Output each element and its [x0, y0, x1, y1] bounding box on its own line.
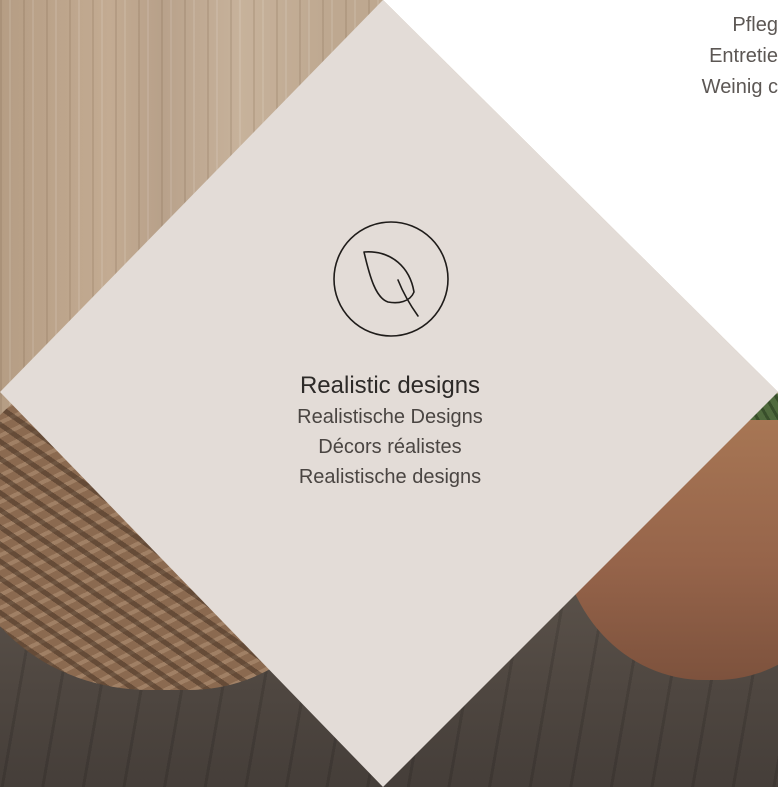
feature-line-de: Realistische Designs: [297, 406, 483, 428]
feature-title: Realistic designs: [299, 372, 481, 399]
neighbor-feature-text: Pfleg Entretie Weinig c: [518, 10, 778, 103]
feature-text: Realistic designs Realistische Designs D…: [190, 370, 590, 492]
neighbor-line-2: Entretie: [709, 45, 778, 67]
feature-line-fr: Décors réalistes: [318, 436, 462, 458]
feature-line-nl: Realistische designs: [298, 466, 482, 488]
leaf-icon: [333, 221, 449, 337]
neighbor-line-3: Weinig c: [701, 76, 778, 98]
neighbor-line-1: Pfleg: [732, 14, 778, 36]
